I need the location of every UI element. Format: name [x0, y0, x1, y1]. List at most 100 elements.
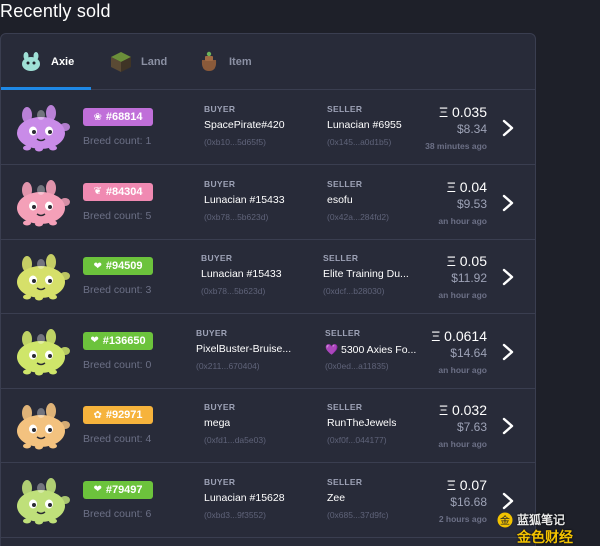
buyer-heading: BUYER — [204, 178, 236, 189]
sale-row[interactable]: ❤ #79497 Breed count: 6 BUYER Lunacian #… — [1, 464, 535, 538]
axie-avatar — [17, 254, 70, 301]
axie-id-badge: ✿ #92971 — [83, 406, 153, 424]
buyer-address[interactable]: (0x211...670404) — [196, 361, 260, 371]
seller-name[interactable]: esofu — [327, 194, 353, 206]
breed-count: Breed count: 0 — [83, 358, 152, 371]
tab-land[interactable]: Land — [109, 34, 167, 90]
chevron-right-icon[interactable] — [501, 119, 515, 137]
axie-id: #92971 — [105, 409, 143, 421]
seller-heading: SELLER — [325, 327, 361, 338]
axie-id-badge: ❤ #79497 — [83, 480, 153, 499]
axie-avatar — [17, 403, 70, 450]
beast-class-icon: ✿ — [93, 409, 102, 421]
seller-name[interactable]: Elite Training Du... — [323, 268, 409, 280]
bug-class-icon: ❀ — [93, 111, 102, 123]
seller-name[interactable]: RunTheJewels — [327, 417, 396, 429]
seller-address[interactable]: (0x0ed...a11835) — [325, 361, 389, 371]
page-title: Recently sold — [0, 1, 111, 21]
tab-axie[interactable]: Axie — [19, 34, 74, 90]
chevron-right-icon[interactable] — [501, 417, 515, 435]
price-eth: Ξ 0.04 — [446, 178, 487, 195]
tab-item[interactable]: Item — [197, 34, 252, 90]
axie-icon — [22, 52, 40, 71]
price-eth: Ξ 0.05 — [446, 253, 487, 269]
bird-class-icon: ❦ — [93, 186, 102, 197]
buyer-name[interactable]: Lunacian #15628 — [204, 492, 285, 504]
price-usd: $8.34 — [456, 122, 487, 136]
chevron-right-icon[interactable] — [501, 194, 515, 212]
sale-row[interactable]: ❀ #68814 Breed count: 1 BUYER SpacePirat… — [1, 91, 535, 165]
buyer-address[interactable]: (0xfd1...da5e03) — [204, 435, 266, 445]
seller-name[interactable]: 💜 5300 Axies Fo... — [325, 343, 416, 356]
buyer-name[interactable]: Lunacian #15433 — [201, 268, 282, 280]
breed-count: Breed count: 1 — [83, 135, 152, 147]
sold-time: 38 minutes ago — [425, 141, 487, 151]
buyer-heading: BUYER — [204, 104, 236, 114]
active-tab-indicator — [1, 87, 91, 90]
price-usd: $9.53 — [456, 196, 487, 211]
plant-class-icon: ❤ — [90, 335, 99, 346]
seller-heading: SELLER — [327, 476, 363, 487]
seller-heading: SELLER — [327, 402, 363, 412]
seller-name[interactable]: Zee — [327, 492, 345, 504]
chevron-right-icon[interactable] — [501, 492, 515, 510]
axie-id-badge: ❦ #84304 — [83, 182, 153, 201]
buyer-name[interactable]: mega — [204, 417, 230, 429]
price-usd: $7.63 — [456, 420, 487, 434]
axie-id-badge: ❤ #94509 — [83, 257, 153, 275]
sale-row[interactable]: ❤ #94509 Breed count: 3 BUYER Lunacian #… — [1, 240, 535, 314]
seller-heading: SELLER — [327, 178, 363, 189]
buyer-address[interactable]: (0xbd3...9f3552) — [204, 510, 266, 520]
category-tabs: Axie Land Item — [1, 34, 535, 90]
recently-sold-panel: Axie Land Item ❀ #68814 Breed count: 1 B… — [0, 33, 536, 546]
price-usd: $11.92 — [451, 271, 487, 285]
axie-id: #68814 — [105, 111, 143, 123]
seller-address[interactable]: (0x145...a0d1b5) — [327, 137, 391, 147]
axie-id: #84304 — [105, 185, 143, 198]
plant-class-icon: ❤ — [93, 484, 102, 495]
buyer-name[interactable]: SpacePirate#420 — [204, 119, 285, 131]
breed-count: Breed count: 5 — [83, 209, 152, 222]
axie-avatar — [17, 105, 70, 152]
price-eth: Ξ 0.035 — [438, 104, 487, 120]
sold-time: an hour ago — [438, 364, 487, 375]
price-eth: Ξ 0.07 — [446, 476, 487, 493]
watermark-line-1: 蓝狐笔记 — [517, 513, 566, 527]
price-usd: $16.68 — [450, 494, 487, 509]
axie-avatar — [17, 328, 70, 375]
seller-address[interactable]: (0xdcf...b28030) — [323, 286, 384, 296]
chevron-right-icon[interactable] — [501, 343, 515, 361]
plant-class-icon: ❤ — [93, 260, 102, 272]
seller-address[interactable]: (0x685...37d9fc) — [327, 510, 388, 520]
axie-id: #136650 — [102, 334, 146, 347]
sold-time: an hour ago — [438, 439, 487, 449]
chevron-right-icon[interactable] — [501, 268, 515, 286]
buyer-heading: BUYER — [204, 402, 236, 412]
svg-text:金: 金 — [500, 514, 510, 527]
sold-time: an hour ago — [438, 215, 487, 226]
item-bag-icon — [201, 51, 217, 71]
buyer-address[interactable]: (0xb10...5d65f5) — [204, 137, 266, 147]
price-eth: Ξ 0.0614 — [431, 327, 487, 344]
tab-item-label: Item — [229, 56, 252, 68]
breed-count: Breed count: 4 — [83, 433, 152, 445]
land-plot-icon — [111, 52, 131, 72]
seller-address[interactable]: (0xf0f...044177) — [327, 435, 387, 445]
buyer-address[interactable]: (0xb78...5b623d) — [201, 286, 265, 296]
sale-row[interactable]: ❦ #84304 Breed count: 5 BUYER Lunacian #… — [1, 166, 535, 240]
axie-id: #79497 — [105, 483, 143, 496]
buyer-address[interactable]: (0xb78...5b623d) — [204, 212, 268, 222]
seller-heading: SELLER — [323, 253, 359, 263]
seller-name[interactable]: Lunacian #6955 — [327, 119, 402, 131]
tab-axie-label: Axie — [51, 56, 75, 68]
buyer-name[interactable]: PixelBuster-Bruise... — [196, 343, 291, 355]
axie-id-badge: ❀ #68814 — [83, 108, 153, 126]
breed-count: Breed count: 3 — [83, 284, 152, 296]
seller-address[interactable]: (0x42a...284fd2) — [327, 212, 389, 222]
sale-row[interactable]: ❤ #136650 Breed count: 0 BUYER PixelBust… — [1, 315, 535, 389]
seller-heading: SELLER — [327, 104, 363, 114]
axie-id-badge: ❤ #136650 — [83, 331, 153, 350]
sale-row[interactable]: ✿ #92971 Breed count: 4 BUYER mega (0xfd… — [1, 389, 535, 463]
watermark-line-2: 金色财经 — [517, 529, 573, 545]
buyer-name[interactable]: Lunacian #15433 — [204, 194, 285, 206]
